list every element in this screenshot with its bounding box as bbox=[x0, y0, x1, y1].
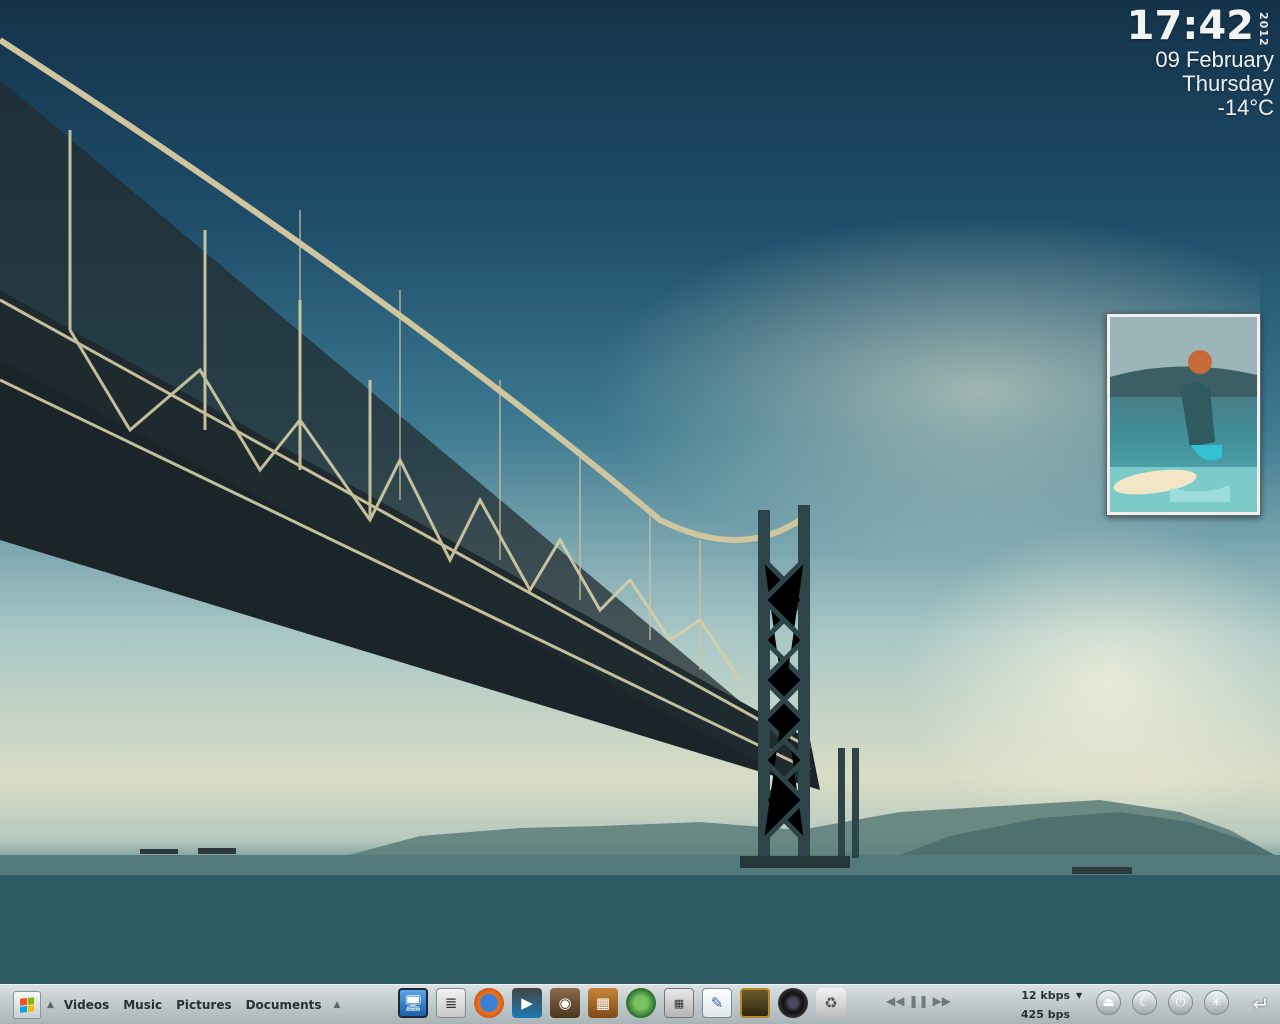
windows-logo-icon bbox=[20, 996, 34, 1013]
mixer-icon[interactable]: ≣ bbox=[436, 988, 466, 1018]
camera-lens-icon[interactable] bbox=[778, 988, 808, 1018]
place-documents-link[interactable]: Documents bbox=[246, 998, 322, 1012]
clock-year: 2012 bbox=[1257, 12, 1270, 47]
places-expand-icon[interactable]: ▲ bbox=[47, 1000, 54, 1010]
next-icon[interactable]: ▶▶ bbox=[933, 994, 951, 1008]
sleep-icon[interactable]: ☾ bbox=[1132, 990, 1157, 1015]
places-menu: Videos Music Pictures Documents bbox=[64, 998, 322, 1012]
media-controls: ◀◀ ❚❚ ▶▶ bbox=[886, 994, 951, 1008]
globe-icon[interactable] bbox=[626, 988, 656, 1018]
eject-icon[interactable]: ⏏ bbox=[1096, 990, 1121, 1015]
clock-weekday: Thursday bbox=[1182, 71, 1274, 96]
mona-lisa-icon[interactable] bbox=[740, 988, 770, 1018]
network-meter: 12 kbps 425 bps bbox=[1020, 986, 1070, 1024]
monitor-icon[interactable]: 🖥 bbox=[398, 988, 428, 1018]
clock-time: 17:42 bbox=[1126, 3, 1254, 49]
wallpaper-bridge-scene bbox=[0, 37, 1280, 985]
clock-date: 09 February bbox=[1155, 47, 1274, 72]
media-player-icon[interactable]: ▶ bbox=[512, 988, 542, 1018]
speaker-icon[interactable]: ◉ bbox=[550, 988, 580, 1018]
system-buttons: ⏏ ☾ ⏻ ✳ bbox=[1096, 990, 1229, 1015]
notepad-icon[interactable]: ✎ bbox=[702, 988, 732, 1018]
photo-frame-widget[interactable] bbox=[1106, 313, 1261, 516]
power-icon[interactable]: ⏻ bbox=[1168, 990, 1193, 1015]
place-pictures-link[interactable]: Pictures bbox=[176, 998, 232, 1012]
network-menu-chevron-down-icon[interactable]: ▼ bbox=[1076, 991, 1082, 1000]
pause-icon[interactable]: ❚❚ bbox=[908, 994, 928, 1008]
archive-icon[interactable]: ▦ bbox=[588, 988, 618, 1018]
places-collapse-icon[interactable]: ▲ bbox=[334, 1000, 341, 1010]
previous-icon[interactable]: ◀◀ bbox=[886, 994, 904, 1008]
clock-widget: 17:42 2012 09 February Thursday -14°C bbox=[1014, 4, 1274, 120]
place-music-link[interactable]: Music bbox=[123, 998, 162, 1012]
start-button[interactable] bbox=[13, 990, 41, 1019]
net-up-speed: 425 bps bbox=[1020, 1008, 1070, 1021]
net-down-speed: 12 kbps bbox=[1021, 989, 1070, 1002]
clock-temperature: -14°C bbox=[1217, 95, 1274, 120]
desktop-wallpaper: 17:42 2012 09 February Thursday -14°C bbox=[0, 0, 1280, 1024]
return-icon[interactable]: ↵ bbox=[1248, 992, 1274, 1016]
photo-image bbox=[1110, 317, 1257, 512]
dock: 🖥 ≣ ▶ ◉ ▦ ▦ ✎ ♻ bbox=[398, 988, 846, 1022]
firefox-icon[interactable] bbox=[474, 988, 504, 1018]
recycle-bin-icon[interactable]: ♻ bbox=[816, 988, 846, 1018]
place-videos-link[interactable]: Videos bbox=[64, 998, 109, 1012]
settings-icon[interactable]: ✳ bbox=[1204, 990, 1229, 1015]
calculator-icon[interactable]: ▦ bbox=[664, 988, 694, 1018]
